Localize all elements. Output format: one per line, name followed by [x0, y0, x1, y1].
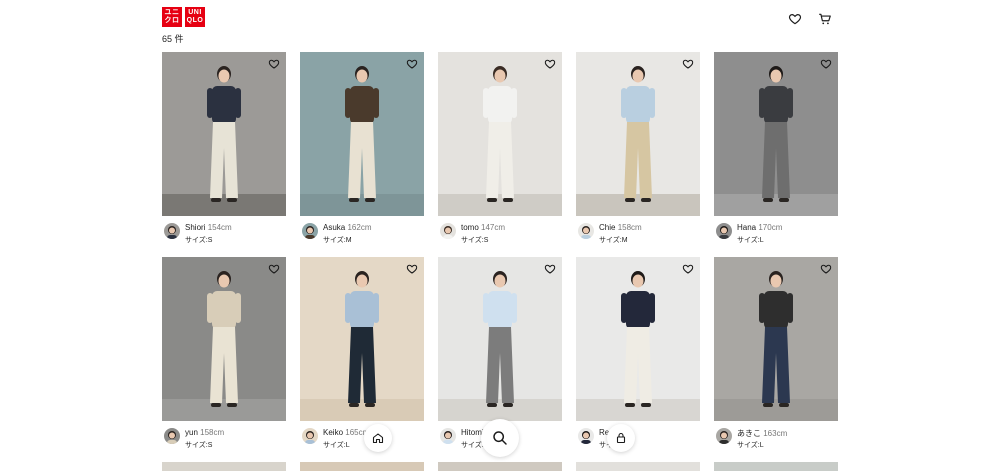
styling-card-partial[interactable]	[300, 462, 424, 471]
size-label: サイズ:M	[323, 237, 352, 244]
user-name-line[interactable]: Keiko 165cm	[323, 428, 369, 437]
heart-icon[interactable]	[268, 58, 280, 70]
heart-icon[interactable]	[544, 58, 556, 70]
logo-text: QLO	[186, 17, 204, 24]
styling-card-partial[interactable]	[714, 462, 838, 471]
logo-text: クロ	[164, 17, 180, 24]
user-name[interactable]: あきこ	[737, 429, 761, 438]
outfit-photo[interactable]	[300, 462, 424, 471]
logo-text: ユニ	[164, 9, 180, 16]
search-button[interactable]	[481, 419, 519, 457]
styling-card[interactable]: Hana 170cm サイズ:L	[714, 52, 838, 250]
heart-icon[interactable]	[820, 263, 832, 275]
user-name[interactable]: Chie	[599, 223, 615, 232]
styling-card[interactable]: Re サイズ:M	[576, 257, 700, 455]
logo-block-latin: UNI QLO	[185, 7, 205, 27]
heart-icon[interactable]	[788, 12, 802, 26]
outfit-photo[interactable]	[162, 52, 286, 216]
user-height: 170cm	[758, 223, 783, 232]
heart-icon[interactable]	[268, 263, 280, 275]
user-height: 162cm	[347, 223, 372, 232]
header: ユニ クロ UNI QLO	[162, 7, 838, 33]
styling-card[interactable]: Asuka 162cm サイズ:M	[300, 52, 424, 250]
heart-icon[interactable]	[682, 58, 694, 70]
avatar[interactable]	[302, 428, 318, 444]
size-label: サイズ:S	[185, 442, 213, 449]
size-label: サイズ:S	[461, 237, 489, 244]
cart-icon[interactable]	[818, 12, 832, 26]
heart-icon[interactable]	[682, 263, 694, 275]
result-count: 65 件	[162, 34, 184, 44]
user-name[interactable]: Keiko	[323, 428, 343, 437]
user-name-line[interactable]: あきこ 163cm	[737, 428, 787, 439]
heart-icon[interactable]	[544, 263, 556, 275]
avatar[interactable]	[302, 223, 318, 239]
outfit-photo[interactable]	[438, 462, 562, 471]
styling-card[interactable]: tomo 147cm サイズ:S	[438, 52, 562, 250]
user-name-line[interactable]: Chie 158cm	[599, 223, 642, 232]
outfit-photo[interactable]	[576, 462, 700, 471]
styling-card-partial[interactable]	[438, 462, 562, 471]
size-label: サイズ:M	[599, 237, 628, 244]
avatar[interactable]	[578, 428, 594, 444]
user-name-line[interactable]: yun 158cm	[185, 428, 224, 437]
avatar[interactable]	[164, 223, 180, 239]
logo-block-katakana: ユニ クロ	[162, 7, 182, 27]
home-icon	[372, 433, 384, 444]
outfit-photo[interactable]	[714, 462, 838, 471]
search-icon	[493, 431, 507, 445]
avatar[interactable]	[578, 223, 594, 239]
size-label: サイズ:L	[323, 442, 350, 449]
user-height: 163cm	[763, 429, 788, 438]
user-height: 154cm	[207, 223, 232, 232]
user-height: 158cm	[617, 223, 642, 232]
outfit-photo[interactable]	[714, 52, 838, 216]
user-name-line[interactable]: Shiori 154cm	[185, 223, 232, 232]
user-name[interactable]: Asuka	[323, 223, 345, 232]
avatar[interactable]	[164, 428, 180, 444]
outfit-photo[interactable]	[714, 257, 838, 421]
uniqlo-logo[interactable]: ユニ クロ UNI QLO	[162, 7, 205, 27]
avatar[interactable]	[440, 428, 456, 444]
heart-icon[interactable]	[406, 263, 418, 275]
size-label: サイズ:L	[737, 237, 764, 244]
heart-icon[interactable]	[820, 58, 832, 70]
outfit-photo[interactable]	[162, 462, 286, 471]
styling-card[interactable]: あきこ 163cm サイズ:L	[714, 257, 838, 455]
styling-card-partial[interactable]	[162, 462, 286, 471]
styling-card-partial[interactable]	[576, 462, 700, 471]
logo-text: UNI	[188, 9, 202, 16]
outfit-photo[interactable]	[576, 257, 700, 421]
styling-card[interactable]: Keiko 165cm サイズ:L	[300, 257, 424, 455]
avatar[interactable]	[440, 223, 456, 239]
heart-icon[interactable]	[406, 58, 418, 70]
user-height: 158cm	[200, 428, 225, 437]
styling-card[interactable]: Shiori 154cm サイズ:S	[162, 52, 286, 250]
avatar[interactable]	[716, 428, 732, 444]
user-name-line[interactable]: Hana 170cm	[737, 223, 782, 232]
styling-card[interactable]: yun 158cm サイズ:S	[162, 257, 286, 455]
user-name-line[interactable]: Asuka 162cm	[323, 223, 371, 232]
user-name[interactable]: yun	[185, 428, 198, 437]
user-name-line[interactable]: tomo 147cm	[461, 223, 505, 232]
user-name[interactable]: Shiori	[185, 223, 205, 232]
account-button[interactable]	[607, 424, 635, 452]
user-height: 147cm	[481, 223, 506, 232]
size-label: サイズ:S	[185, 237, 213, 244]
user-name[interactable]: Hana	[737, 223, 756, 232]
home-button[interactable]	[364, 424, 392, 452]
outfit-photo[interactable]	[438, 257, 562, 421]
avatar[interactable]	[716, 223, 732, 239]
account-icon	[616, 432, 626, 444]
user-name[interactable]: tomo	[461, 223, 479, 232]
styling-card[interactable]: Chie 158cm サイズ:M	[576, 52, 700, 250]
outfit-photo[interactable]	[438, 52, 562, 216]
outfit-photo[interactable]	[576, 52, 700, 216]
outfit-photo[interactable]	[162, 257, 286, 421]
outfit-photo[interactable]	[300, 257, 424, 421]
size-label: サイズ:L	[737, 442, 764, 449]
outfit-photo[interactable]	[300, 52, 424, 216]
